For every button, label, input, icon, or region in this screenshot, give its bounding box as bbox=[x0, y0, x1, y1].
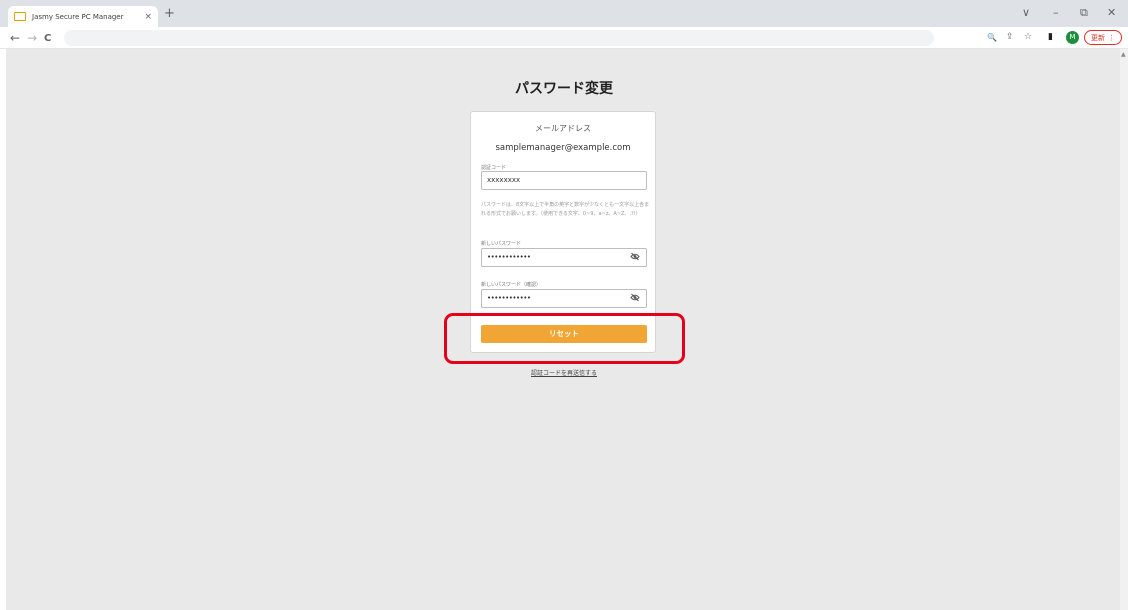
tab-title: Jasmy Secure PC Manager bbox=[32, 12, 124, 21]
new-password-input[interactable]: •••••••••••• bbox=[481, 248, 647, 267]
restore-button[interactable]: ⧉ bbox=[1080, 7, 1088, 19]
update-label: 更新 bbox=[1091, 33, 1105, 42]
browser-tab-bar: Jasmy Secure PC Manager × + ∨ – ⧉ ✕ bbox=[0, 0, 1128, 27]
confirm-password-input[interactable]: •••••••••••• bbox=[481, 289, 647, 308]
eye-slash-icon[interactable] bbox=[630, 252, 640, 265]
new-password-value: •••••••••••• bbox=[487, 253, 531, 261]
reload-button[interactable]: C bbox=[44, 32, 51, 46]
tab-close-icon[interactable]: × bbox=[144, 12, 152, 22]
page-title: パスワード変更 bbox=[515, 81, 613, 97]
new-password-label: 新しいパスワード bbox=[481, 241, 522, 247]
share-icon[interactable]: ⇪ bbox=[1006, 32, 1014, 43]
zoom-icon[interactable]: 🔍 bbox=[987, 32, 997, 43]
close-window-button[interactable]: ✕ bbox=[1107, 7, 1116, 19]
email-value: samplemanager@example.com bbox=[495, 143, 631, 153]
password-hint: パスワードは、8文字以上で半角の英字と数字が少なくとも一文字以上含まれる形式でお… bbox=[481, 202, 650, 217]
resend-code-link[interactable]: 認証コードを再送信する bbox=[0, 368, 1128, 377]
bookmark-star-icon[interactable]: ☆ bbox=[1024, 32, 1032, 43]
favicon-icon bbox=[14, 12, 26, 21]
address-bar[interactable] bbox=[64, 30, 934, 46]
email-label: メールアドレス bbox=[535, 124, 591, 133]
browser-toolbar: ← → C 🔍 ⇪ ☆ ▮ M 更新 ⋮ bbox=[0, 27, 1128, 49]
code-input[interactable]: xxxxxxxx bbox=[481, 171, 647, 190]
menu-dots-icon: ⋮ bbox=[1108, 33, 1115, 42]
profile-avatar[interactable]: M bbox=[1066, 31, 1079, 44]
browser-tab[interactable]: Jasmy Secure PC Manager × bbox=[8, 6, 158, 27]
tab-search-icon[interactable]: ∨ bbox=[1022, 7, 1030, 19]
minimize-button[interactable]: – bbox=[1053, 7, 1059, 19]
confirm-password-label: 新しいパスワード（確認） bbox=[481, 282, 542, 288]
new-tab-button[interactable]: + bbox=[164, 7, 175, 20]
code-label: 認証コード bbox=[481, 165, 507, 171]
scroll-up-arrow-icon[interactable]: ▲ bbox=[1121, 51, 1126, 58]
back-button[interactable]: ← bbox=[10, 31, 20, 45]
confirm-password-value: •••••••••••• bbox=[487, 294, 531, 302]
forward-button[interactable]: → bbox=[27, 31, 37, 45]
highlight-box bbox=[444, 313, 685, 364]
update-button[interactable]: 更新 ⋮ bbox=[1084, 30, 1122, 45]
side-panel-icon[interactable]: ▮ bbox=[1048, 32, 1053, 43]
eye-slash-icon[interactable] bbox=[630, 293, 640, 306]
scrollbar[interactable] bbox=[1120, 49, 1128, 610]
